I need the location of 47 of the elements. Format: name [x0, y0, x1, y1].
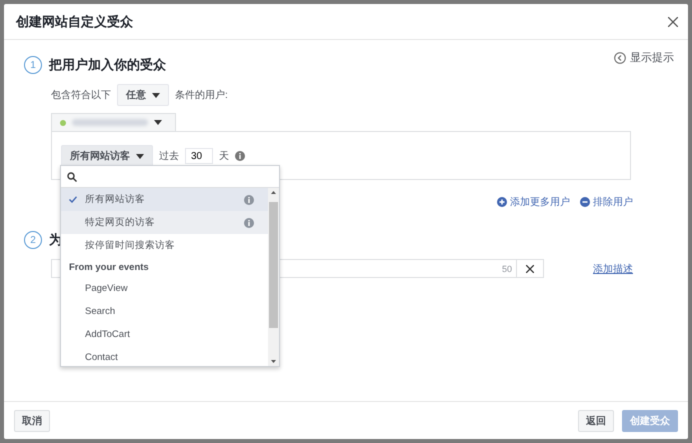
character-counter: 50 — [502, 264, 512, 274]
back-button[interactable]: 返回 — [578, 410, 614, 432]
pixel-dropdown[interactable] — [51, 113, 176, 131]
include-label: 包含符合以下 — [51, 88, 111, 102]
option-label: 所有网站访客 — [85, 193, 146, 206]
match-dropdown[interactable]: 任意 — [117, 84, 169, 106]
caret-icon — [154, 120, 162, 125]
option-label: Search — [85, 306, 116, 317]
unit-label: 天 — [219, 150, 229, 163]
caret-icon — [136, 154, 144, 158]
option-label: Contact — [85, 352, 119, 363]
collapse-icon — [614, 52, 626, 64]
exclude-users-link[interactable]: 排除用户 — [580, 195, 633, 209]
info-icon — [235, 151, 245, 161]
source-dropdown[interactable]: 所有网站访客 — [61, 145, 153, 167]
search-icon — [67, 172, 77, 182]
close-icon — [668, 16, 678, 26]
include-label: 条件的用户: — [175, 88, 228, 102]
dropdown-option[interactable]: PageView — [61, 277, 268, 300]
dropdown-option[interactable]: 特定网页的访客 — [61, 211, 268, 234]
minus-circle-icon — [580, 197, 590, 207]
option-label: 按停留时间搜索访客 — [85, 239, 176, 252]
option-label: 特定网页的访客 — [85, 216, 156, 229]
option-label: PageView — [85, 283, 129, 294]
show-tips-link[interactable]: 显示提示 — [614, 50, 674, 65]
dropdown-option[interactable]: Search — [61, 300, 268, 323]
days-input[interactable]: 30 — [185, 148, 213, 164]
dropdown-option[interactable]: AddToCart — [61, 323, 268, 346]
days-label: 过去 — [159, 150, 179, 163]
add-description-link[interactable]: 添加描述 — [593, 262, 633, 276]
step-number: 1 — [24, 56, 42, 74]
caret-icon — [152, 92, 160, 98]
plus-circle-icon — [497, 197, 507, 207]
dropdown-option[interactable]: Contact — [61, 346, 268, 366]
close-icon — [526, 264, 534, 272]
status-dot-icon — [60, 120, 66, 126]
clear-button[interactable] — [517, 259, 544, 278]
dialog-title: 创建网站自定义受众 — [16, 12, 133, 30]
dropdown-option[interactable]: 所有网站访客 — [61, 188, 268, 211]
group-heading: From your events — [68, 260, 150, 274]
dropdown-option[interactable]: 按停留时间搜索访客 — [61, 234, 268, 257]
step-number: 2 — [24, 231, 42, 249]
step-title: 把用户加入你的受众 — [49, 56, 166, 74]
option-label: AddToCart — [85, 329, 131, 340]
cancel-button[interactable]: 取消 — [14, 410, 50, 432]
add-users-link[interactable]: 添加更多用户 — [497, 195, 570, 209]
check-icon — [69, 196, 77, 203]
